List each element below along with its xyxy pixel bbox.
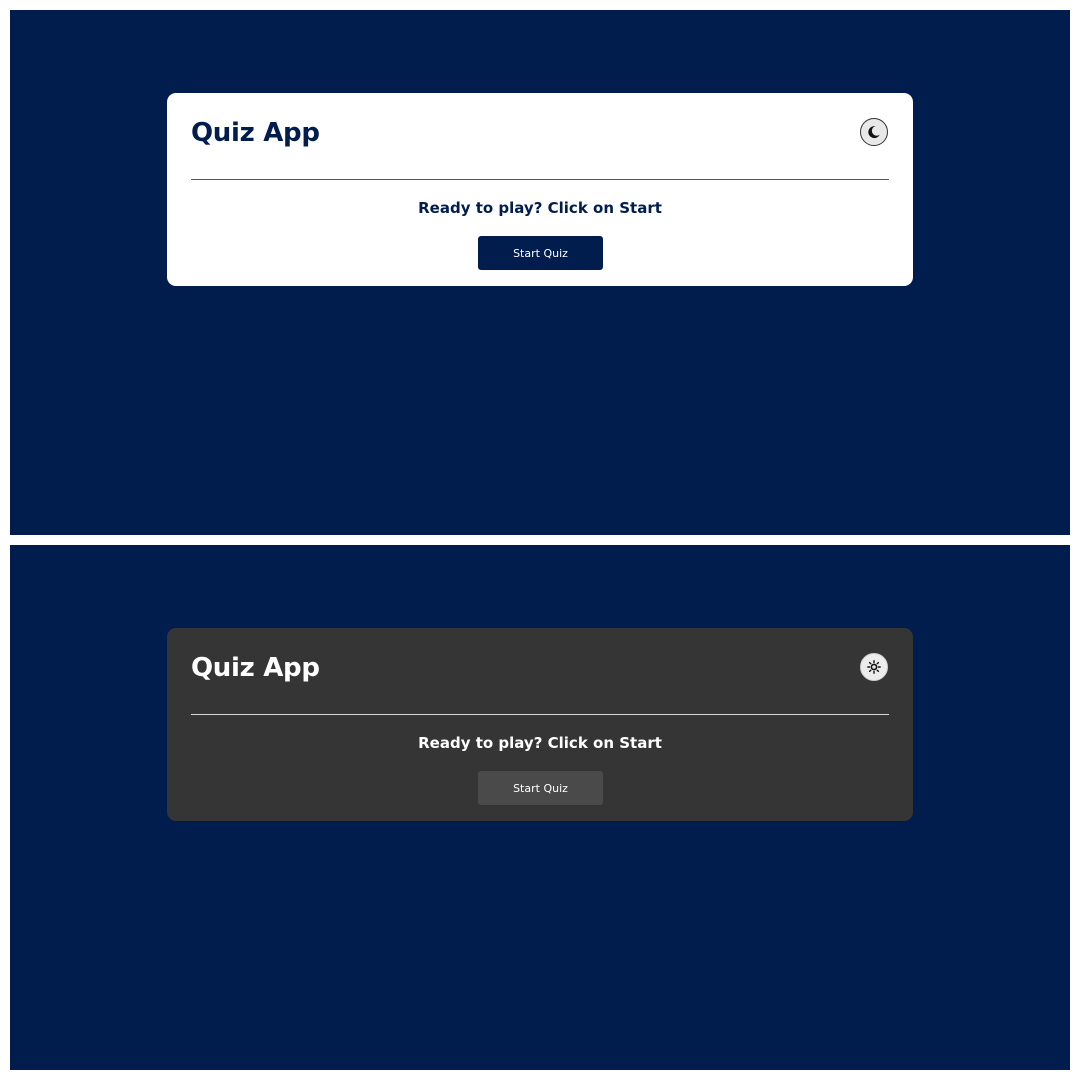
moon-icon bbox=[867, 125, 881, 139]
dark-theme-screen: Quiz App Ready to play? Click on Start S… bbox=[10, 545, 1070, 1070]
divider bbox=[191, 714, 889, 715]
theme-toggle-button[interactable] bbox=[860, 653, 888, 681]
light-theme-screen: Quiz App Ready to play? Click on Start S… bbox=[10, 10, 1070, 535]
app-title: Quiz App bbox=[191, 118, 320, 148]
start-quiz-button[interactable]: Start Quiz bbox=[478, 771, 603, 805]
app-title: Quiz App bbox=[191, 653, 320, 683]
start-quiz-button[interactable]: Start Quiz bbox=[478, 236, 603, 270]
sun-icon bbox=[867, 660, 881, 674]
quiz-card-dark: Quiz App Ready to play? Click on Start S… bbox=[167, 628, 913, 821]
theme-toggle-button[interactable] bbox=[860, 118, 888, 146]
ready-prompt: Ready to play? Click on Start bbox=[418, 199, 662, 217]
divider bbox=[191, 179, 889, 180]
quiz-card-light: Quiz App Ready to play? Click on Start S… bbox=[167, 93, 913, 286]
ready-prompt: Ready to play? Click on Start bbox=[418, 734, 662, 752]
